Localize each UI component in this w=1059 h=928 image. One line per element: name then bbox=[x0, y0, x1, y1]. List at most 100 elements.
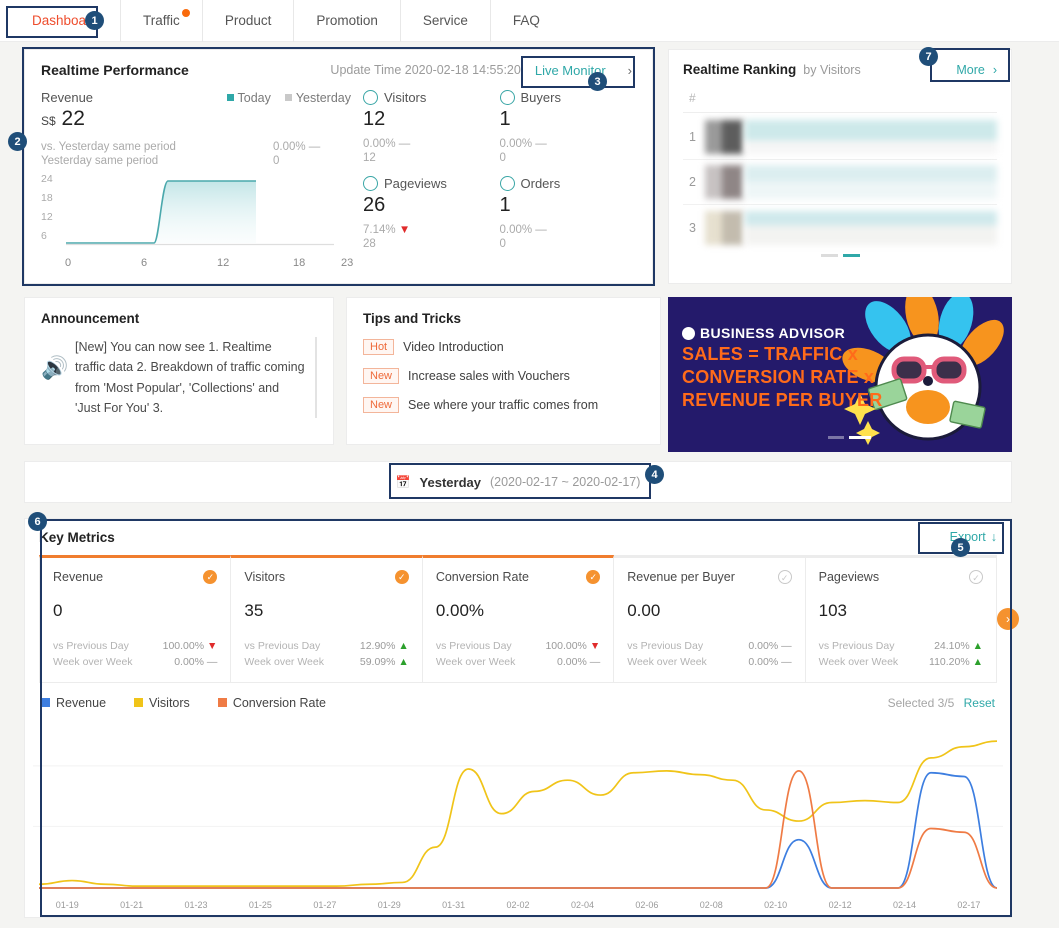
key-metrics-title: Key Metrics bbox=[39, 530, 115, 545]
metric-value: 0 bbox=[53, 601, 217, 621]
comparison-value: 100.00% ▼ bbox=[545, 639, 600, 655]
stat-delta: 0.00% — bbox=[500, 223, 637, 237]
series-revenue bbox=[39, 772, 997, 887]
banner-line-2: CONVERSION RATE x bbox=[682, 367, 882, 387]
metric-card-visitors[interactable]: Visitors ✓ 35 vs Previous Day 12.90% ▲ W… bbox=[231, 555, 422, 683]
announcement-text[interactable]: [New] You can now see 1. Realtime traffi… bbox=[75, 337, 315, 418]
stat-label: Visitors bbox=[384, 90, 426, 105]
realtime-stats: Visitors 12 0.00% — 12 Buyers 1 0. bbox=[351, 90, 636, 269]
marker-6: 6 bbox=[28, 512, 47, 531]
check-icon[interactable]: ✓ bbox=[969, 570, 983, 584]
stat-orders: Orders 1 0.00% — 0 bbox=[500, 176, 637, 252]
scrollbar[interactable] bbox=[315, 337, 317, 418]
legend-item-conversion-rate[interactable]: Conversion Rate bbox=[218, 696, 326, 710]
banner-pagination[interactable] bbox=[828, 436, 871, 439]
stat-value: 1 bbox=[500, 108, 637, 131]
nav-item-promotion[interactable]: Promotion bbox=[294, 0, 401, 42]
key-metrics-header: Key Metrics Export ↓ bbox=[25, 519, 1011, 555]
nav-item-service[interactable]: Service bbox=[401, 0, 491, 42]
redacted-content bbox=[745, 211, 997, 245]
stat-comparison: 0.00% — 12 bbox=[363, 137, 500, 166]
table-row[interactable]: 3 bbox=[683, 205, 997, 250]
metric-card-pageviews[interactable]: Pageviews ✓ 103 vs Previous Day 24.10% ▲… bbox=[806, 555, 997, 683]
metric-card-conversion-rate[interactable]: Conversion Rate ✓ 0.00% vs Previous Day … bbox=[423, 555, 614, 683]
megaphone-icon: 🔊 bbox=[41, 337, 75, 418]
check-icon[interactable]: ✓ bbox=[203, 570, 217, 584]
rank-number: 3 bbox=[683, 221, 705, 235]
page-dot[interactable] bbox=[821, 254, 838, 257]
status-badge: New bbox=[363, 368, 399, 384]
metric-card-revenue-per-buyer[interactable]: Revenue per Buyer ✓ 0.00 vs Previous Day… bbox=[614, 555, 805, 683]
legend-yesterday[interactable]: Yesterday bbox=[285, 91, 351, 105]
table-row[interactable]: 2 bbox=[683, 160, 997, 205]
live-monitor-button[interactable]: Live Monitor › bbox=[535, 63, 636, 78]
stat-prev: 0 bbox=[500, 237, 637, 251]
date-label: Yesterday bbox=[420, 475, 481, 490]
flat-icon: — bbox=[781, 656, 792, 668]
legend-swatch bbox=[227, 94, 234, 101]
legend-item-visitors[interactable]: Visitors bbox=[134, 696, 190, 710]
x-tick: 01-23 bbox=[164, 900, 228, 910]
metric-comparison: vs Previous Day 0.00% — Week over Week 0… bbox=[627, 639, 791, 671]
page-dot-active[interactable] bbox=[849, 436, 871, 439]
comparison-label: vs Previous Day bbox=[436, 639, 512, 655]
stat-header: Pageviews bbox=[363, 176, 500, 191]
legend-item-revenue[interactable]: Revenue bbox=[41, 696, 106, 710]
tip-label[interactable]: Increase sales with Vouchers bbox=[408, 369, 570, 383]
comparison-row: vs Previous Day 100.00% ▼ bbox=[436, 639, 600, 655]
more-button[interactable]: More › bbox=[956, 63, 997, 77]
nav-label: FAQ bbox=[513, 13, 540, 28]
nav-item-dashboard[interactable]: Dashboard bbox=[10, 0, 121, 42]
revenue-block: Revenue Today Yesterday S$ 22 vs. Yester… bbox=[41, 90, 351, 269]
ranking-pagination[interactable] bbox=[683, 254, 997, 257]
comparison-label: Week over Week bbox=[627, 655, 707, 671]
metric-top: Revenue ✓ bbox=[53, 570, 217, 584]
comparison-row: Week over Week 0.00% — bbox=[53, 655, 217, 671]
check-icon[interactable]: ✓ bbox=[395, 570, 409, 584]
comparison-value: 12.90% ▲ bbox=[360, 639, 409, 655]
cmp-value-2: 0 bbox=[273, 154, 351, 168]
next-metrics-button[interactable]: › bbox=[997, 608, 1019, 630]
list-item[interactable]: New Increase sales with Vouchers bbox=[363, 368, 644, 384]
nav-item-faq[interactable]: FAQ bbox=[491, 0, 562, 42]
metric-name: Pageviews bbox=[819, 570, 879, 584]
page-dot[interactable] bbox=[828, 436, 844, 439]
comparison-value: 0.00% — bbox=[748, 639, 791, 655]
date-range-bar: 📅 Yesterday (2020-02-17 ~ 2020-02-17) bbox=[24, 461, 1012, 503]
top-navigation: Dashboard Traffic Product Promotion Serv… bbox=[0, 0, 1059, 42]
series-conversion-rate bbox=[39, 770, 997, 887]
reset-button[interactable]: Reset bbox=[964, 696, 995, 710]
update-time: Update Time 2020-02-18 14:55:20 bbox=[330, 63, 520, 77]
check-icon[interactable]: ✓ bbox=[778, 570, 792, 584]
list-item[interactable]: New See where your traffic comes from bbox=[363, 397, 644, 413]
page-dot-active[interactable] bbox=[843, 254, 860, 257]
x-tick: 12 bbox=[217, 257, 229, 269]
metric-top: Pageviews ✓ bbox=[819, 570, 983, 584]
tip-label[interactable]: See where your traffic comes from bbox=[408, 398, 598, 412]
date-selector[interactable]: 📅 Yesterday (2020-02-17 ~ 2020-02-17) bbox=[396, 475, 641, 490]
legend-today[interactable]: Today bbox=[227, 91, 271, 105]
stat-grid: Visitors 12 0.00% — 12 Buyers 1 0. bbox=[363, 90, 636, 262]
announcement-title: Announcement bbox=[41, 311, 317, 326]
nav-item-traffic[interactable]: Traffic bbox=[121, 0, 203, 42]
metric-card-revenue[interactable]: Revenue ✓ 0 vs Previous Day 100.00% ▼ We… bbox=[39, 555, 231, 683]
metric-name: Conversion Rate bbox=[436, 570, 529, 584]
arrow-up-icon: ▲ bbox=[398, 656, 408, 668]
visitors-icon bbox=[363, 90, 378, 105]
check-icon[interactable]: ✓ bbox=[586, 570, 600, 584]
comparison-row: Week over Week 59.09% ▲ bbox=[244, 655, 408, 671]
list-item[interactable]: Hot Video Introduction bbox=[363, 339, 644, 355]
legend-label: Revenue bbox=[56, 696, 106, 710]
cmp-label-1: vs. Yesterday same period bbox=[41, 140, 176, 154]
promo-banner[interactable]: BUSINESS ADVISOR SALES = TRAFFIC x CONVE… bbox=[668, 297, 1012, 452]
flat-icon: — bbox=[781, 640, 792, 652]
nav-item-product[interactable]: Product bbox=[203, 0, 295, 42]
table-row[interactable]: 1 bbox=[683, 115, 997, 160]
more-label: More bbox=[956, 63, 984, 77]
comparison-row: vs Previous Day 24.10% ▲ bbox=[819, 639, 983, 655]
banner-brand: BUSINESS ADVISOR bbox=[682, 325, 882, 341]
tip-label[interactable]: Video Introduction bbox=[403, 340, 504, 354]
stat-prev: 28 bbox=[363, 237, 500, 251]
status-badge: Hot bbox=[363, 339, 394, 355]
comparison-label: Week over Week bbox=[819, 655, 899, 671]
